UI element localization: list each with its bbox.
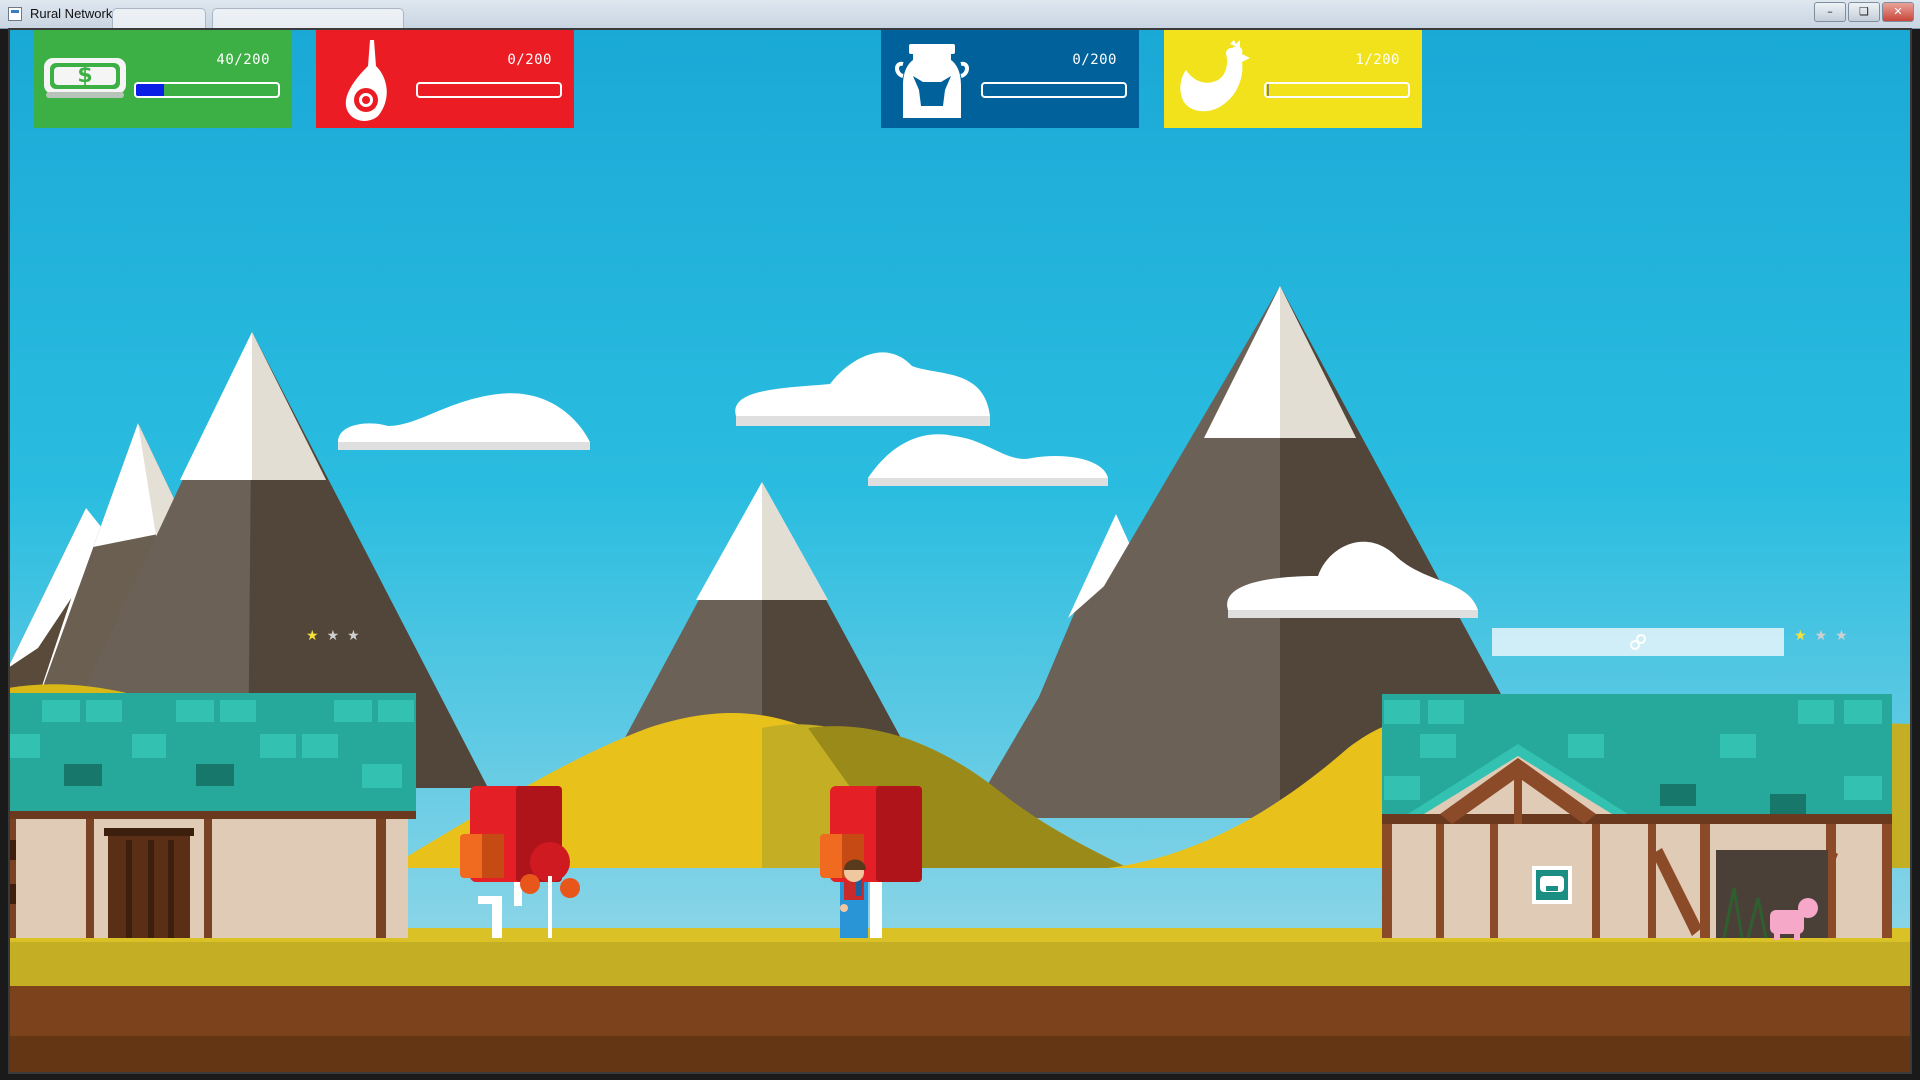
restore-button[interactable]: ❑ [1848,2,1880,22]
money-progress-bar [134,82,280,98]
chicken-icon [1180,40,1250,112]
background-tab [112,8,206,29]
egg-count: 1/200 [1355,52,1400,68]
window-controls: – ❑ ✕ [1814,2,1914,22]
star-icon: ★ [1814,628,1828,644]
egg-progress-bar [1264,82,1410,98]
left-house-rating: ★ ★ ★ [306,628,360,644]
soil-deep [8,1036,1912,1074]
star-icon: ★ [306,628,319,644]
farmer-character [840,859,868,938]
soil [8,986,1912,1036]
star-icon: ★ [347,628,360,644]
link-icon [1630,634,1646,650]
star-icon: ★ [326,628,340,644]
background-tab [212,8,404,29]
milk-count: 0/200 [1072,52,1117,68]
money-panel[interactable]: $ 40/200 [34,30,292,128]
meat-progress-bar [416,82,562,98]
egg-progress-fill [1266,84,1269,96]
ham-icon [345,40,387,121]
egg-panel[interactable]: 1/200 [1164,30,1422,128]
barn [1382,694,1892,940]
ground [8,942,1912,986]
close-button[interactable]: ✕ [1882,2,1914,22]
meat-panel[interactable]: 0/200 [316,30,574,128]
svg-text:$: $ [77,63,92,88]
window-titlebar: Rural Network – ❑ ✕ [0,0,1920,29]
pig-sign-icon [1532,866,1572,904]
milk-panel[interactable]: 0/200 [881,30,1139,128]
minimize-button[interactable]: – [1814,2,1846,22]
star-icon: ★ [1835,628,1848,644]
game-viewport[interactable]: $ 40/200 0/200 0/200 1/200 ★ ★ ★ ★ ★ ★ [8,28,1912,1074]
left-house [8,693,416,938]
window-title: Rural Network [30,6,113,21]
barn-production-panel[interactable] [1492,628,1784,656]
app-icon [8,7,22,21]
star-icon: ★ [1794,628,1807,644]
money-progress-fill [136,84,165,96]
meat-count: 0/200 [507,52,552,68]
milk-can-icon [895,44,969,118]
money-icon: $ [44,58,126,98]
money-count: 40/200 [216,52,270,68]
milk-progress-bar [981,82,1127,98]
game-scene [8,28,1912,1074]
barn-rating: ★ ★ ★ [1794,628,1848,644]
